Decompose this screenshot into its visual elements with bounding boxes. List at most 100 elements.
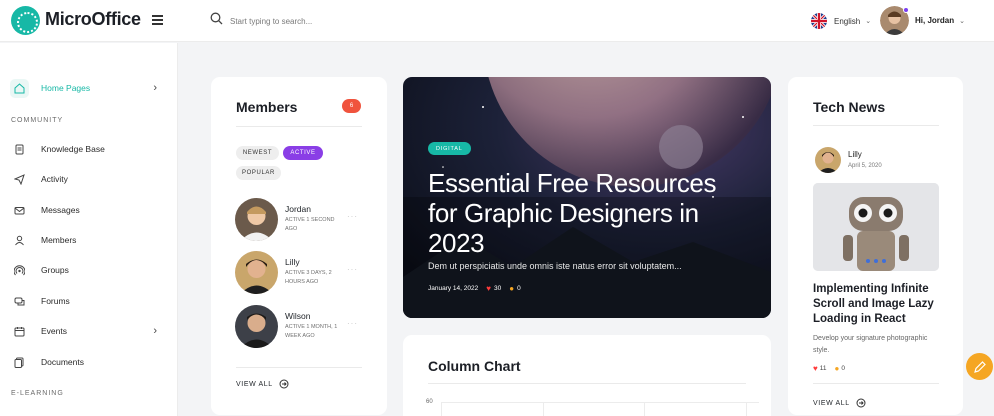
comment-count[interactable]: ● 0	[509, 284, 520, 293]
chat-icon	[10, 292, 29, 311]
sidebar-item-label: Messages	[41, 205, 80, 215]
member-row[interactable]: Jordan ACTIVE 1 SECOND AGO ···	[235, 198, 365, 242]
like-count[interactable]: ♥ 30	[486, 284, 501, 293]
y-axis-tick: 60	[426, 399, 433, 405]
search-input[interactable]	[230, 12, 530, 30]
author-avatar	[815, 147, 841, 173]
sidebar-item-label: Members	[41, 235, 77, 245]
sidebar-item-label: Documents	[41, 357, 84, 367]
members-title: Members	[236, 99, 298, 115]
sidebar: Home Pages › COMMUNITY Knowledge Base Ac…	[0, 43, 178, 416]
news-headline[interactable]: Implementing Infinite Scroll and Image L…	[813, 282, 943, 327]
grid-line	[441, 402, 442, 416]
divider	[428, 383, 746, 384]
column-chart-card: Column Chart 60	[403, 335, 771, 416]
online-indicator	[903, 7, 909, 13]
floating-action-button[interactable]	[966, 353, 993, 380]
members-count-badge: 6	[342, 99, 361, 113]
arrow-circle-icon	[279, 379, 289, 389]
grid-line	[746, 402, 747, 416]
divider	[813, 125, 939, 126]
more-options-icon[interactable]: ···	[347, 265, 358, 274]
comment-icon: ●	[509, 284, 515, 293]
logo-icon[interactable]	[11, 6, 40, 35]
members-view-all-link[interactable]: VIEW ALL	[236, 379, 289, 389]
member-row[interactable]: Lilly ACTIVE 3 DAYS, 2 HOURS AGO ···	[235, 251, 365, 295]
app-logo-text[interactable]: MicroOffice	[45, 9, 141, 30]
member-name[interactable]: Lilly	[285, 257, 300, 267]
author-name[interactable]: Lilly	[848, 150, 862, 159]
menu-toggle-icon[interactable]	[152, 15, 163, 26]
featured-post-card[interactable]: DIGITAL Essential Free Resources for Gra…	[403, 77, 771, 318]
view-all-label: VIEW ALL	[813, 399, 850, 407]
sidebar-item-knowledge-base[interactable]: Knowledge Base	[10, 137, 165, 161]
sidebar-item-label: Groups	[41, 265, 69, 275]
comment-count[interactable]: ● 0	[835, 364, 845, 373]
tech-news-view-all-link[interactable]: VIEW ALL	[813, 398, 866, 408]
mail-icon	[10, 201, 29, 220]
user-menu[interactable]: Hi, Jordan ⌄	[880, 6, 965, 35]
pencil-icon	[973, 360, 986, 373]
divider	[236, 367, 362, 368]
broadcast-icon	[10, 261, 29, 280]
heart-icon: ♥	[486, 284, 491, 293]
member-avatar	[235, 305, 278, 348]
sidebar-item-label: Forums	[41, 296, 70, 306]
filter-newest[interactable]: NEWEST	[236, 146, 279, 160]
filter-active[interactable]: ACTIVE	[283, 146, 323, 160]
language-label: English	[834, 16, 861, 26]
comment-icon: ●	[834, 364, 840, 373]
user-icon	[10, 231, 29, 250]
members-card: Members 6 NEWEST ACTIVE POPULAR Jordan A…	[211, 77, 387, 415]
arrow-circle-icon	[856, 398, 866, 408]
calendar-icon	[10, 322, 29, 341]
sidebar-item-groups[interactable]: Groups	[10, 258, 165, 282]
member-name[interactable]: Wilson	[285, 311, 311, 321]
more-options-icon[interactable]: ···	[347, 212, 358, 221]
sidebar-item-forums[interactable]: Forums	[10, 289, 165, 313]
tech-news-card: Tech News Lilly April 5, 2020 Implementi…	[788, 77, 963, 415]
section-label-community: COMMUNITY	[11, 117, 64, 124]
more-options-icon[interactable]: ···	[347, 319, 358, 328]
chart-title: Column Chart	[428, 358, 521, 374]
language-selector[interactable]: English ⌄	[811, 12, 871, 30]
user-greeting: Hi, Jordan	[915, 16, 955, 25]
news-meta: ♥ 11 ● 0	[813, 364, 853, 373]
sidebar-item-home[interactable]: Home Pages ›	[10, 76, 165, 100]
filter-popular[interactable]: POPULAR	[236, 166, 281, 180]
featured-meta: January 14, 2022 ♥ 30 ● 0	[428, 284, 529, 293]
news-image[interactable]	[813, 183, 939, 271]
like-count[interactable]: ♥ 11	[813, 364, 827, 373]
view-all-label: VIEW ALL	[236, 380, 273, 388]
sidebar-item-members[interactable]: Members	[10, 228, 165, 252]
member-name[interactable]: Jordan	[285, 204, 311, 214]
grid-line	[441, 402, 759, 403]
sidebar-item-label: Activity	[41, 174, 68, 184]
sidebar-item-activity[interactable]: Activity	[10, 167, 165, 191]
section-label-elearning: E-LEARNING	[11, 390, 64, 397]
sidebar-item-events[interactable]: Events ›	[10, 319, 165, 343]
chevron-down-icon: ⌄	[959, 17, 966, 25]
home-icon	[10, 78, 29, 98]
member-row[interactable]: Wilson ACTIVE 1 MONTH, 1 WEEK AGO ···	[235, 305, 365, 349]
chevron-down-icon: ⌄	[865, 18, 872, 25]
tech-news-title: Tech News	[813, 99, 886, 115]
post-date: January 14, 2022	[428, 285, 479, 292]
divider	[236, 126, 362, 127]
sidebar-item-label: Home Pages	[41, 83, 91, 93]
category-tag[interactable]: DIGITAL	[428, 142, 471, 155]
news-date: April 5, 2020	[848, 163, 882, 169]
featured-title[interactable]: Essential Free Resources for Graphic Des…	[428, 168, 738, 258]
featured-excerpt: Dem ut perspiciatis unde omnis iste natu…	[428, 261, 682, 271]
sidebar-item-documents[interactable]: Documents	[10, 350, 165, 374]
sidebar-item-label: Knowledge Base	[41, 144, 105, 154]
news-excerpt: Develop your signature photographic styl…	[813, 335, 928, 354]
chevron-right-icon: ›	[153, 325, 157, 337]
member-status: ACTIVE 1 MONTH, 1 WEEK AGO	[285, 324, 338, 339]
grid-line	[644, 402, 645, 416]
member-status: ACTIVE 3 DAYS, 2 HOURS AGO	[285, 270, 332, 285]
member-avatar	[235, 198, 278, 241]
sidebar-item-messages[interactable]: Messages	[10, 198, 165, 222]
files-icon	[10, 353, 29, 372]
divider	[813, 383, 939, 384]
